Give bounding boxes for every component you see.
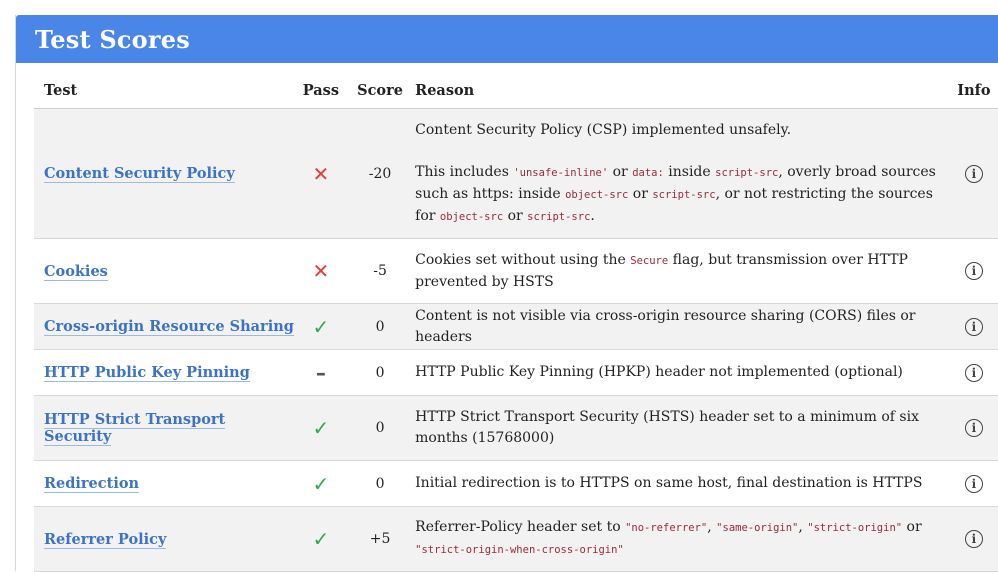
test-link-cookies[interactable]: Cookies: [44, 262, 108, 281]
info-icon[interactable]: i: [964, 363, 983, 382]
reason-text: Content is not visible via cross-origin …: [415, 303, 949, 350]
check-icon: ✓: [312, 416, 330, 440]
panel-title: Test Scores: [35, 24, 190, 54]
table-row: Cookies ✕ -5 Cookies set without using t…: [34, 238, 998, 304]
table-row: HTTP Strict Transport Security ✓ 0 HTTP …: [34, 395, 998, 461]
info-icon[interactable]: i: [964, 262, 983, 280]
test-link-http-public-key-pinning[interactable]: HTTP Public Key Pinning: [44, 364, 250, 382]
check-icon: ✓: [312, 527, 330, 551]
reason-text: HTTP Strict Transport Security (HSTS) he…: [415, 395, 949, 461]
reason-text: HTTP Public Key Pinning (HPKP) header no…: [415, 349, 949, 396]
info-icon[interactable]: i: [964, 164, 983, 183]
info-icon[interactable]: i: [964, 474, 983, 493]
score-value: -5: [344, 238, 416, 304]
column-header-info: Info: [948, 72, 998, 109]
fail-icon: ✕: [312, 259, 330, 283]
check-icon: ✓: [312, 471, 330, 496]
test-link-referrer-policy[interactable]: Referrer Policy: [44, 530, 167, 549]
fail-icon: ✕: [312, 161, 330, 186]
column-header-test: Test: [34, 72, 297, 109]
table-header-row: Test Pass Score Reason Info: [34, 72, 998, 109]
score-value: -20: [344, 108, 416, 239]
reason-text: Cookies set without using the Secure fla…: [415, 238, 949, 304]
test-link-http-strict-transport-security[interactable]: HTTP Strict Transport Security: [44, 411, 226, 446]
table-row: HTTP Public Key Pinning – 0 HTTP Public …: [34, 349, 998, 396]
test-link-redirection[interactable]: Redirection: [44, 475, 140, 493]
score-value: 0: [344, 303, 416, 350]
info-icon[interactable]: i: [964, 530, 983, 548]
test-link-content-security-policy[interactable]: Content Security Policy: [44, 165, 235, 183]
table-row: Content Security Policy ✕ -20 Content Se…: [34, 108, 998, 239]
info-icon[interactable]: i: [964, 419, 983, 437]
table-row: Referrer Policy ✓ +5 Referrer-Policy hea…: [34, 506, 998, 572]
score-value: +5: [344, 506, 416, 572]
test-scores-panel: Test Scores Test Pass Score Reason Info …: [15, 15, 998, 572]
column-header-score: Score: [344, 72, 416, 109]
test-link-cross-origin-resource-sharing[interactable]: Cross-origin Resource Sharing: [44, 318, 294, 336]
reason-text: Initial redirection is to HTTPS on same …: [415, 460, 949, 507]
test-scores-table: Test Pass Score Reason Info Content Secu…: [34, 72, 998, 572]
column-header-reason: Reason: [415, 72, 949, 109]
table-row: Redirection ✓ 0 Initial redirection is t…: [34, 460, 998, 507]
score-value: 0: [344, 349, 416, 396]
reason-text: Referrer-Policy header set to "no-referr…: [415, 506, 949, 572]
info-icon[interactable]: i: [964, 317, 983, 336]
check-icon: ✓: [312, 314, 330, 339]
score-value: 0: [344, 460, 416, 507]
table-row: Cross-origin Resource Sharing ✓ 0 Conten…: [34, 303, 998, 350]
column-header-pass: Pass: [296, 72, 345, 109]
reason-text: Content Security Policy (CSP) implemente…: [415, 108, 949, 239]
dash-icon: –: [315, 360, 326, 385]
panel-header: Test Scores: [16, 15, 998, 63]
score-value: 0: [344, 395, 416, 461]
